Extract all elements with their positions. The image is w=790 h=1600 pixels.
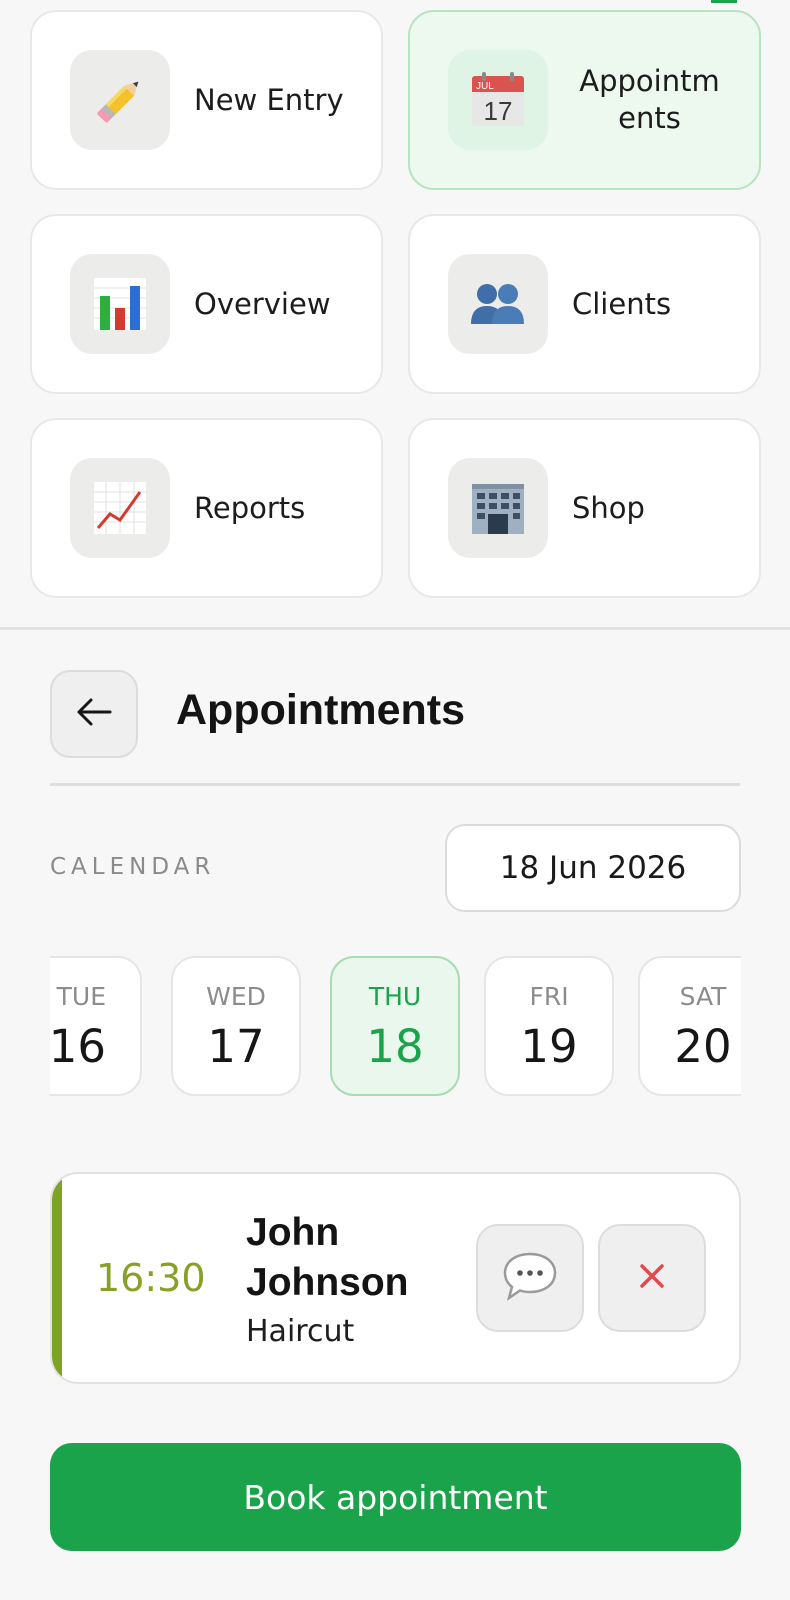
close-icon [638,1262,666,1294]
day-of-week: WED [206,982,266,1011]
main-menu: New Entry JUL 17 Appointm ents Overview … [30,10,762,598]
day-number: 18 [366,1020,424,1073]
day-number: 17 [207,1020,265,1073]
people-icon [448,254,548,354]
arrow-left-icon [76,697,112,731]
day-of-week: SAT [679,982,727,1011]
day-chip-wed[interactable]: WED 17 [171,956,301,1096]
day-number: 16 [50,1020,106,1073]
page-title: Appointments [176,686,466,734]
back-button[interactable] [50,670,138,758]
day-of-week: TUE [56,982,106,1011]
menu-tile-shop[interactable]: Shop [408,418,761,598]
line-chart-icon [70,458,170,558]
menu-tile-label: New Entry [194,82,344,117]
scroll-indicator [711,0,737,3]
day-number: 20 [674,1020,732,1073]
section-divider [0,627,790,630]
appointments-screen: New Entry JUL 17 Appointm ents Overview … [0,0,790,1600]
message-button[interactable] [476,1224,584,1332]
menu-tile-overview[interactable]: Overview [30,214,383,394]
appointment-time: 16:30 [96,1256,206,1300]
speech-bubble-icon [501,1250,559,1306]
building-icon [448,458,548,558]
menu-tile-label: Overview [194,286,331,321]
day-of-week: FRI [529,982,569,1011]
pencil-icon [70,50,170,150]
day-strip[interactable]: TUE 16 WED 17 THU 18 FRI 19 SAT 20 [50,956,741,1098]
menu-tile-label: Shop [572,490,645,525]
day-chip-fri[interactable]: FRI 19 [484,956,614,1096]
client-name: John Johnson [246,1211,409,1304]
menu-tile-new-entry[interactable]: New Entry [30,10,383,190]
day-of-week: THU [368,982,422,1011]
bar-chart-icon [70,254,170,354]
day-number: 19 [520,1020,578,1073]
book-appointment-button[interactable]: Book appointment [50,1443,741,1551]
cancel-appointment-button[interactable] [598,1224,706,1332]
menu-tile-label: Reports [194,490,306,525]
calendar-label: CALENDAR [50,854,216,880]
calendar-icon: JUL 17 [448,50,548,150]
menu-tile-label: Clients [572,286,672,321]
service-name: Haircut [246,1314,355,1349]
menu-tile-appointments[interactable]: JUL 17 Appointm ents [408,10,761,190]
menu-tile-clients[interactable]: Clients [408,214,761,394]
menu-tile-reports[interactable]: Reports [30,418,383,598]
date-picker-field[interactable]: 18 Jun 2026 [445,824,741,912]
appointment-accent-bar [52,1174,62,1382]
day-chip-thu-selected[interactable]: THU 18 [330,956,460,1096]
header-divider [50,783,740,786]
day-chip-sat[interactable]: SAT 20 [638,956,741,1096]
menu-tile-label: Appointm ents [579,64,720,135]
calendar-icon-month: JUL [476,81,494,92]
day-chip-tue[interactable]: TUE 16 [50,956,142,1096]
appointment-card[interactable]: 16:30 John Johnson Haircut [50,1172,741,1384]
calendar-icon-day: 17 [484,96,513,126]
